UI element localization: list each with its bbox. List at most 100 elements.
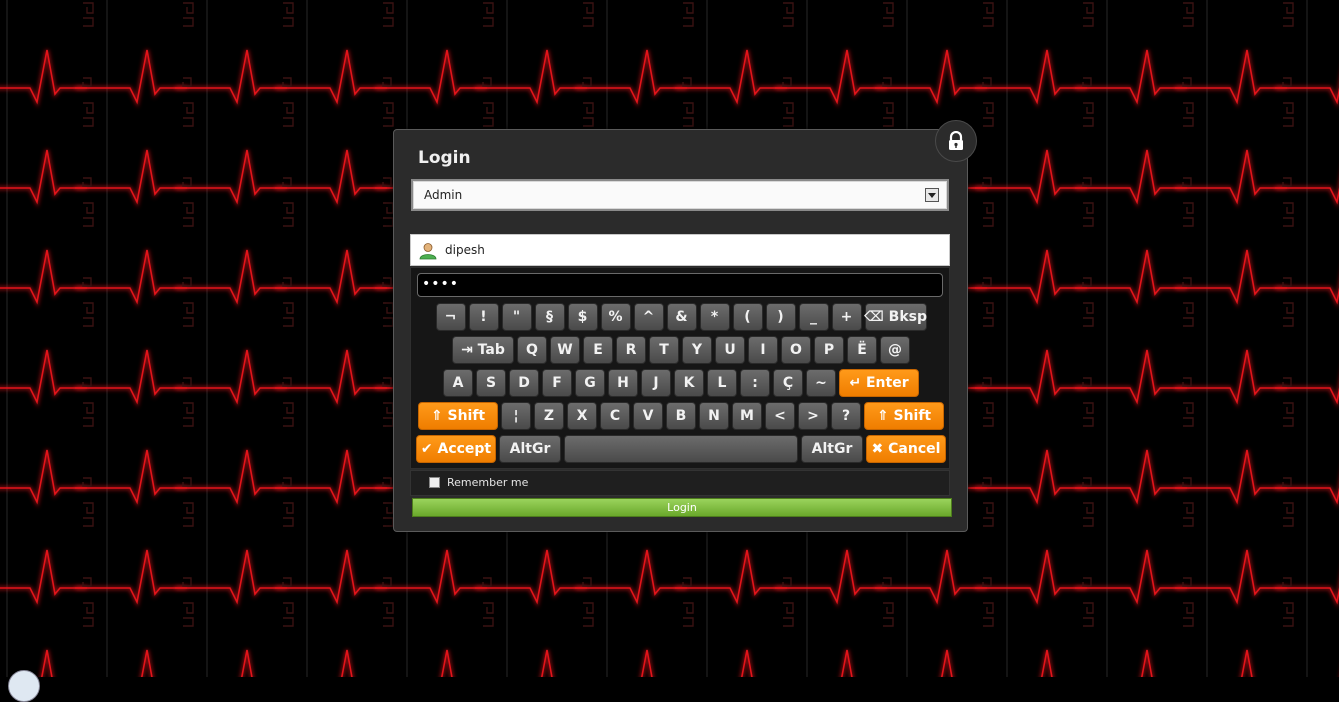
keyboard-key[interactable]: ⇥ Tab — [452, 336, 514, 364]
keyboard-key[interactable]: ¬ — [435, 303, 466, 331]
heartbeat-line — [340, 649, 353, 677]
keyboard-key[interactable]: @ — [880, 336, 910, 364]
background-glyph — [782, 2, 794, 87]
keyboard-row-4: ⇑ Shift ¦ Z X C V B N M < >? ⇑ Shift — [411, 402, 951, 430]
virtual-keyboard: •••• ¬! " § $% ^ & *() _ + ⌫ Bksp ⇥ Tab Q W E R T Y U I O P… — [410, 267, 950, 469]
background-glyph — [282, 402, 294, 487]
heartbeat-line — [140, 649, 153, 677]
remember-me-label[interactable]: Remember me — [447, 476, 528, 489]
keyboard-key[interactable]: ⇑ Shift — [418, 402, 498, 430]
heartbeat-glow — [975, 549, 1087, 609]
keyboard-key[interactable]: Ë — [847, 336, 877, 364]
keyboard-key[interactable]: K — [674, 369, 704, 397]
keyboard-key[interactable]: Q — [517, 336, 547, 364]
username-field[interactable]: dipesh — [410, 234, 950, 266]
chevron-down-icon[interactable] — [925, 188, 939, 202]
keyboard-key[interactable]: A — [443, 369, 473, 397]
keyboard-key[interactable]: AltGr — [499, 435, 561, 463]
keyboard-key[interactable]: % — [600, 303, 631, 331]
login-button[interactable]: Login — [412, 498, 952, 517]
heartbeat-glow — [139, 649, 154, 677]
keyboard-key[interactable]: ( — [732, 303, 763, 331]
background-glyph — [1082, 202, 1094, 287]
keyboard-key[interactable]: + — [831, 303, 862, 331]
keyboard-key[interactable]: X — [567, 402, 597, 430]
keyboard-key[interactable]: : — [740, 369, 770, 397]
keyboard-key[interactable]: G — [575, 369, 605, 397]
space-key[interactable] — [564, 435, 798, 463]
background-glyph — [183, 602, 194, 627]
keyboard-key[interactable]: AltGr — [801, 435, 863, 463]
keyboard-key[interactable]: W — [550, 336, 580, 364]
keyboard-key[interactable]: R — [616, 336, 646, 364]
heartbeat-glow — [1175, 449, 1287, 509]
background-glyph — [982, 202, 994, 287]
keyboard-key[interactable]: T — [649, 336, 679, 364]
keyboard-key[interactable]: ! — [468, 303, 499, 331]
keyboard-key[interactable]: * — [699, 303, 730, 331]
keyboard-key[interactable]: N — [699, 402, 729, 430]
keyboard-key[interactable]: < — [765, 402, 795, 430]
keyboard-key[interactable]: S — [476, 369, 506, 397]
heartbeat-glow — [275, 349, 387, 409]
keyboard-key[interactable]: D — [509, 369, 539, 397]
heartbeat-glow — [175, 49, 287, 109]
keyboard-key[interactable]: C — [600, 402, 630, 430]
heartbeat-glow — [75, 349, 187, 409]
keyboard-key[interactable]: H — [608, 369, 638, 397]
keyboard-key[interactable]: " — [501, 303, 532, 331]
keyboard-key[interactable]: > — [798, 402, 828, 430]
keyboard-key[interactable]: B — [666, 402, 696, 430]
keyboard-key[interactable]: § — [534, 303, 565, 331]
keyboard-key[interactable]: F — [542, 369, 572, 397]
heartbeat-glow — [1175, 249, 1287, 309]
background-glyph — [1282, 2, 1294, 87]
heartbeat-glow — [675, 49, 787, 109]
heartbeat-glow — [0, 149, 87, 209]
username-value: dipesh — [445, 243, 485, 257]
keyboard-key[interactable]: Z — [534, 402, 564, 430]
heartbeat-glow — [575, 549, 687, 609]
keyboard-key[interactable]: E — [583, 336, 613, 364]
keyboard-key[interactable]: J — [641, 369, 671, 397]
keyboard-key[interactable]: ) — [765, 303, 796, 331]
keyboard-key[interactable]: _ — [798, 303, 829, 331]
heartbeat-glow — [839, 649, 854, 677]
heartbeat-glow — [1075, 249, 1187, 309]
keyboard-key[interactable]: ¦ — [501, 402, 531, 430]
keyboard-key[interactable]: ✖ Cancel — [866, 435, 946, 463]
heartbeat-glow — [239, 649, 254, 677]
keyboard-key[interactable]: M — [732, 402, 762, 430]
keyboard-key[interactable]: Y — [682, 336, 712, 364]
heartbeat-line — [240, 649, 253, 677]
heartbeat-glow — [1175, 549, 1287, 609]
heartbeat-glow — [1039, 649, 1054, 677]
background-glyph — [1082, 502, 1094, 587]
remember-me-checkbox[interactable] — [429, 477, 440, 488]
keyboard-key[interactable]: L — [707, 369, 737, 397]
background-glyph — [1182, 502, 1194, 587]
heartbeat-glow — [1175, 149, 1287, 209]
heartbeat-glow — [175, 149, 287, 209]
keyboard-key[interactable]: ✔ Accept — [416, 435, 496, 463]
keyboard-key[interactable]: ~ — [806, 369, 836, 397]
heartbeat-glow — [675, 549, 787, 609]
keyboard-key[interactable]: ? — [831, 402, 861, 430]
keyboard-key[interactable]: U — [715, 336, 745, 364]
password-field[interactable]: •••• — [417, 273, 943, 297]
keyboard-key[interactable]: & — [666, 303, 697, 331]
keyboard-key[interactable]: $ — [567, 303, 598, 331]
keyboard-key[interactable]: I — [748, 336, 778, 364]
keyboard-key[interactable]: ↵ Enter — [839, 369, 919, 397]
heartbeat-glow — [1075, 449, 1187, 509]
keyboard-key[interactable]: ^ — [633, 303, 664, 331]
role-select[interactable]: Admin — [411, 179, 949, 211]
keyboard-key[interactable]: ⌫ Bksp — [864, 303, 927, 331]
keyboard-key[interactable]: V — [633, 402, 663, 430]
role-select-value: Admin — [424, 188, 463, 202]
keyboard-key[interactable]: P — [814, 336, 844, 364]
keyboard-key[interactable]: O — [781, 336, 811, 364]
keyboard-key[interactable]: ⇑ Shift — [864, 402, 944, 430]
background-glyph — [783, 602, 794, 627]
keyboard-key[interactable]: Ç — [773, 369, 803, 397]
